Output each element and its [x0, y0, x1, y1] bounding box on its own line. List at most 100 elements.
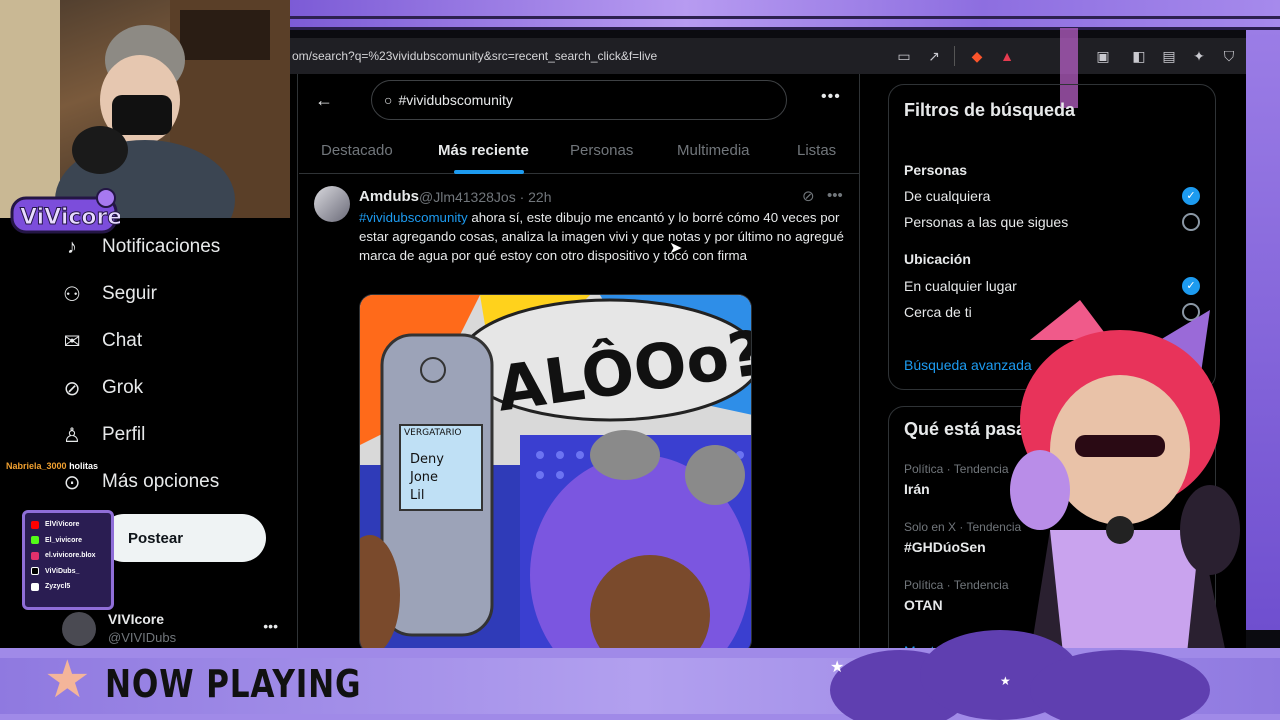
stream-chat-message: Nabriela_3000 holitas [6, 461, 98, 471]
nav-label: Más opciones [102, 471, 220, 492]
toolbar-divider [954, 46, 955, 66]
fanart-illustration: ALÔOo? VERGATARIO Deny Jone Lil [360, 295, 751, 653]
cloud-decoration: ★ ★ [830, 630, 1210, 720]
avatar [62, 612, 96, 646]
active-tab-indicator [454, 170, 524, 174]
webcam-image [0, 0, 290, 218]
back-arrow-icon[interactable]: ← [315, 90, 333, 111]
filter-option-anywhere[interactable]: En cualquier lugar [904, 278, 1017, 294]
social-youtube: ElViVicore [31, 517, 105, 533]
nav-label: Perfil [102, 424, 146, 445]
radio-checked-icon[interactable]: ✓ [1182, 187, 1200, 205]
webcam-feed [0, 0, 290, 218]
nav-more-options[interactable]: ⊙ Más opciones [60, 467, 220, 497]
more-icon[interactable]: ••• [821, 88, 841, 106]
radio-checked-icon[interactable]: ✓ [1182, 277, 1200, 295]
filters-location-title: Ubicación [904, 251, 971, 267]
logo-text: ViVicore [20, 205, 120, 230]
bell-icon: ♪ [67, 235, 77, 258]
nav-profile[interactable]: ♙ Perfil [60, 420, 145, 450]
search-input[interactable]: ○ #vividubscomunity [371, 80, 787, 120]
brave-shield-icon[interactable]: ◆ [969, 48, 985, 64]
tab-mas-reciente[interactable]: Más reciente [438, 142, 529, 159]
url-text[interactable]: om/search?q=%23vividubscomunity&src=rece… [292, 49, 882, 63]
tweet[interactable]: Amdubs @Jlm41328Jos · 22h ⊘ ••• #vividub… [299, 175, 859, 654]
search-query[interactable]: #vividubscomunity [398, 92, 512, 108]
grok-icon[interactable]: ⊘ [802, 187, 815, 205]
vpn-shield-icon[interactable]: ⛉ [1221, 48, 1237, 64]
account-switcher[interactable]: VIVIcore @VIVIDubs ••• [60, 608, 280, 648]
phone-contact: Lil [410, 488, 424, 503]
nav-label: Grok [102, 377, 144, 398]
social-roblox: Zyzycl5 [31, 579, 105, 595]
trend-name[interactable]: OTAN [904, 597, 943, 613]
filter-option-anyone[interactable]: De cualquiera [904, 188, 990, 204]
account-handle: @VIVIDubs [108, 630, 177, 645]
envelope-icon: ✉ [63, 330, 81, 353]
nav-label: Chat [102, 330, 143, 351]
social-label: ViViDubs_ [45, 567, 80, 575]
phone-contact: Jone [409, 470, 438, 485]
tab-multimedia[interactable]: Multimedia [677, 142, 750, 159]
star-icon: ★ [44, 651, 91, 709]
search-icon: ○ [384, 92, 393, 108]
more-circle-icon: ⊙ [63, 471, 81, 494]
trend-name[interactable]: Irán [904, 481, 930, 497]
vivicore-logo-icon: ViVicore [10, 188, 123, 234]
brave-rewards-icon[interactable]: ▲ [999, 48, 1015, 64]
search-tabs: Destacado Más reciente Personas Multimed… [299, 126, 859, 174]
social-kick: El_vivicore [31, 533, 105, 549]
tweet-author-name[interactable]: Amdubs [359, 188, 419, 205]
nav-label: Notificaciones [102, 236, 221, 257]
social-label: El_vivicore [45, 536, 82, 544]
more-icon[interactable]: ••• [263, 618, 278, 634]
social-label: el.vivicore.blox [45, 552, 96, 560]
channel-logo: ViVicore [10, 188, 123, 238]
person-plus-icon: ⚇ [63, 283, 81, 306]
kick-icon [31, 536, 39, 545]
tab-listas[interactable]: Listas [797, 142, 836, 159]
phone-contact: Deny [410, 452, 444, 467]
stream-frame-top [290, 0, 1280, 30]
sidebar-panel-icon[interactable]: ▣ [1095, 48, 1111, 64]
share-icon[interactable]: ↗ [926, 48, 942, 64]
social-label: Zyzycl5 [45, 583, 71, 591]
post-button[interactable]: Postear [100, 514, 266, 562]
wallet-icon[interactable]: ▤ [1161, 48, 1177, 64]
phone-screen-title: VERGATARIO [404, 428, 461, 438]
filters-title: Filtros de búsqueda [904, 100, 1076, 120]
person-icon: ♙ [63, 424, 81, 447]
cast-icon[interactable]: ▭ [896, 48, 912, 64]
socials-card: ElViVicore El_vivicore el.vivicore.blox … [22, 510, 114, 610]
more-icon[interactable]: ••• [827, 187, 843, 204]
filter-option-following[interactable]: Personas a las que sigues [904, 214, 1068, 230]
leo-ai-icon[interactable]: ✦ [1191, 48, 1207, 64]
browser-address-bar[interactable]: om/search?q=%23vividubscomunity&src=rece… [290, 38, 1246, 74]
tweet-hashtag[interactable]: #vividubscomunity [359, 210, 468, 225]
radio-unchecked-icon[interactable] [1182, 213, 1200, 231]
tweet-text: #vividubscomunity ahora sí, este dibujo … [359, 208, 844, 265]
mouse-cursor-icon: ➤ [669, 240, 683, 257]
search-timeline: ← ○ #vividubscomunity ••• Destacado Más … [299, 74, 860, 654]
tweet-handle-time[interactable]: @Jlm41328Jos · 22h [419, 189, 552, 205]
star-icon: ★ [830, 659, 844, 676]
tab-destacado[interactable]: Destacado [321, 142, 393, 159]
avatar[interactable] [314, 186, 350, 222]
nav-grok[interactable]: ⊘ Grok [60, 373, 144, 403]
split-view-icon[interactable]: ◧ [1131, 48, 1147, 64]
youtube-icon [31, 520, 39, 529]
x-icon [31, 567, 39, 576]
social-instagram: el.vivicore.blox [31, 548, 105, 564]
tweet-image[interactable]: ALÔOo? VERGATARIO Deny Jone Lil [359, 294, 752, 654]
roblox-icon [31, 582, 39, 591]
grok-icon: ⊘ [63, 377, 81, 400]
nav-label: Seguir [102, 283, 157, 304]
nav-chat[interactable]: ✉ Chat [60, 326, 143, 356]
tab-personas[interactable]: Personas [570, 142, 633, 159]
social-label: ElViVicore [45, 521, 80, 529]
chat-username: Nabriela_3000 [6, 461, 67, 471]
stream-screen: om/search?q=%23vividubscomunity&src=rece… [0, 0, 1280, 720]
nav-follow[interactable]: ⚇ Seguir [60, 279, 157, 309]
star-icon: ★ [1000, 674, 1011, 688]
filters-people-title: Personas [904, 162, 968, 178]
